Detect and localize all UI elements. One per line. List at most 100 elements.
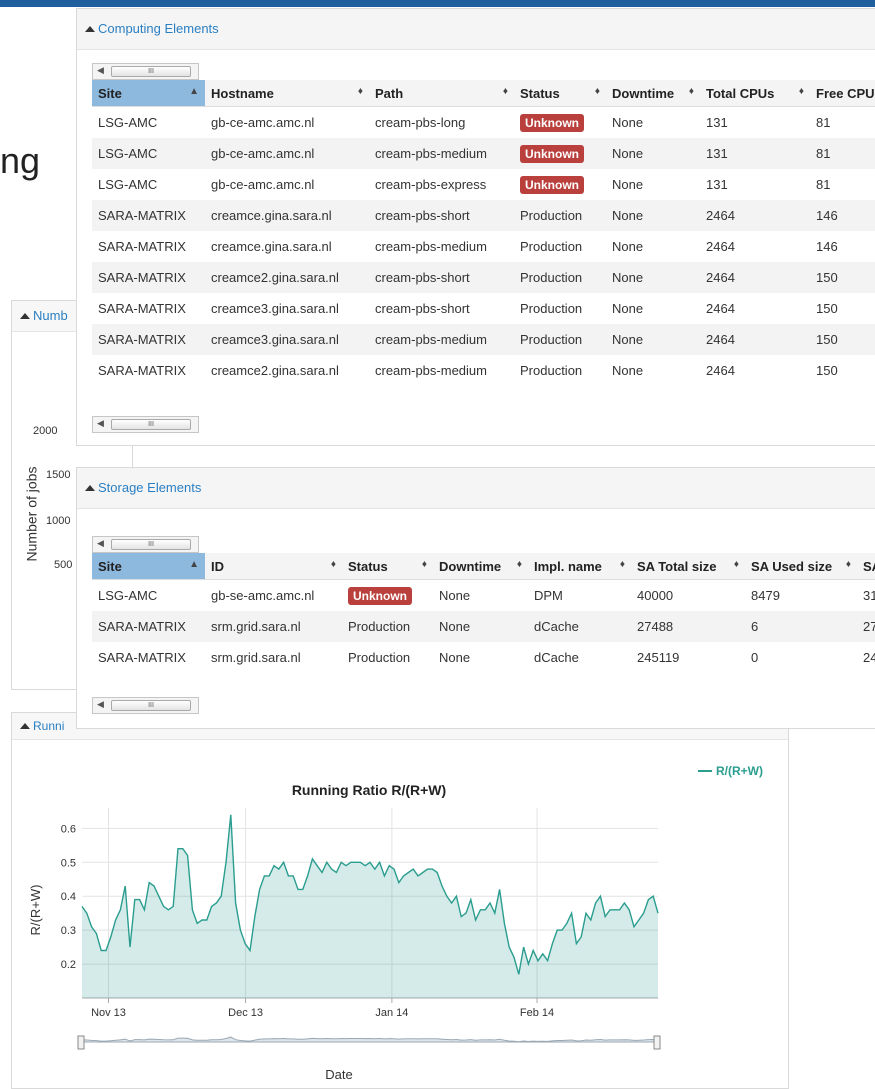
table-row[interactable]: SARA-MATRIX creamce.gina.sara.nl cream-pbs… xyxy=(92,200,875,231)
scrollbar-thumb[interactable]: III xyxy=(111,700,191,711)
table-cell: 81 xyxy=(810,107,875,139)
column-header[interactable]: SA Total size ♦ xyxy=(631,553,745,580)
column-header-label: SA Used size xyxy=(751,558,833,574)
column-header[interactable]: Site ▲ xyxy=(92,553,205,580)
table-cell: SARA-MATRIX xyxy=(92,231,205,262)
column-header[interactable]: Total CPUs ♦ xyxy=(700,80,810,107)
sort-icon[interactable]: ♦ xyxy=(358,86,363,97)
y-tick-label: 0.6 xyxy=(61,823,76,835)
table-row[interactable]: SARA-MATRIX creamce2.gina.sara.nl cream-pb… xyxy=(92,262,875,293)
table-cell: DPM xyxy=(528,580,631,612)
table-row[interactable]: SARA-MATRIX creamce3.gina.sara.nl cream-pb… xyxy=(92,293,875,324)
table-row[interactable]: LSG-AMC gb-ce-amc.amc.nl cream-pbs-medium U… xyxy=(92,138,875,169)
cell-value: cream-pbs-medium xyxy=(375,239,487,254)
sort-icon[interactable]: ♦ xyxy=(799,86,804,97)
table-row[interactable]: LSG-AMC gb-se-amc.amc.nl Unknown None DPM 400… xyxy=(92,580,875,612)
computing-elements-header[interactable]: Computing Elements xyxy=(77,9,875,50)
scrollbar-thumb[interactable]: III xyxy=(111,419,191,430)
table-cell: creamce3.gina.sara.nl xyxy=(205,293,369,324)
table-cell: None xyxy=(606,293,700,324)
cell-value: None xyxy=(439,650,471,665)
sort-icon[interactable]: ♦ xyxy=(620,559,625,570)
range-navigator[interactable] xyxy=(77,1035,661,1050)
navigator-right-handle[interactable] xyxy=(653,1035,661,1050)
legend-item[interactable]: R/(R+W) xyxy=(716,764,763,778)
column-header-label: Site xyxy=(98,85,122,101)
collapse-icon[interactable] xyxy=(20,313,30,319)
jobs-tick: 500 xyxy=(54,559,73,571)
collapse-icon[interactable] xyxy=(85,485,95,491)
scrollbar-thumb[interactable]: III xyxy=(111,539,191,550)
cell-value: Production xyxy=(520,301,583,316)
table-cell: Production xyxy=(514,293,606,324)
column-header[interactable]: Status ♦ xyxy=(514,80,606,107)
table-row[interactable]: LSG-AMC gb-ce-amc.amc.nl cream-pbs-long Unk… xyxy=(92,107,875,139)
column-header[interactable]: Downtime ♦ xyxy=(433,553,528,580)
cell-value: 2464 xyxy=(706,363,735,378)
table-cell: Production xyxy=(514,200,606,231)
table-cell: creamce2.gina.sara.nl xyxy=(205,262,369,293)
sort-icon[interactable]: ♦ xyxy=(422,559,427,570)
column-header-label: Impl. name xyxy=(534,558,602,574)
cell-value: 81 xyxy=(816,177,831,192)
sort-icon[interactable]: ♦ xyxy=(331,559,336,570)
computing-top-scrollbar[interactable]: ◀ III xyxy=(92,63,199,80)
cell-value: SARA-MATRIX xyxy=(98,208,186,223)
table-row[interactable]: SARA-MATRIX creamce.gina.sara.nl cream-pbs… xyxy=(92,231,875,262)
collapse-icon[interactable] xyxy=(85,26,95,32)
cell-value: 146 xyxy=(816,208,838,223)
table-cell: Production xyxy=(514,355,606,386)
table-cell: creamce3.gina.sara.nl xyxy=(205,324,369,355)
column-header[interactable]: SA xyxy=(857,553,875,580)
computing-bottom-scrollbar[interactable]: ◀ III xyxy=(92,416,199,433)
column-header-label: Site xyxy=(98,558,122,574)
column-header[interactable]: SA Used size ♦ xyxy=(745,553,857,580)
storage-top-scrollbar[interactable]: ◀ III xyxy=(92,536,199,553)
table-row[interactable]: SARA-MATRIX srm.grid.sara.nl Production Non… xyxy=(92,611,875,642)
column-header[interactable]: ID ♦ xyxy=(205,553,342,580)
column-header[interactable]: Site ▲ xyxy=(92,80,205,107)
column-header[interactable]: Downtime ♦ xyxy=(606,80,700,107)
table-row[interactable]: SARA-MATRIX creamce2.gina.sara.nl cream-pb… xyxy=(92,355,875,386)
collapse-icon[interactable] xyxy=(20,723,30,729)
column-header[interactable]: Path ♦ xyxy=(369,80,514,107)
sort-icon[interactable]: ♦ xyxy=(595,86,600,97)
table-cell: LSG-AMC xyxy=(92,169,205,200)
y-axis-label: R/(R+W) xyxy=(28,885,43,936)
storage-bottom-scrollbar[interactable]: ◀ III xyxy=(92,697,199,714)
table-cell: gb-ce-amc.amc.nl xyxy=(205,169,369,200)
sort-icon[interactable]: ♦ xyxy=(689,86,694,97)
column-header-label: Downtime xyxy=(612,85,675,101)
table-cell: 150 xyxy=(810,355,875,386)
column-header[interactable]: Impl. name ♦ xyxy=(528,553,631,580)
column-header[interactable]: Status ♦ xyxy=(342,553,433,580)
cell-value: dCache xyxy=(534,619,579,634)
column-header-label: Status xyxy=(348,558,388,574)
cell-value: gb-ce-amc.amc.nl xyxy=(211,146,315,161)
cell-value: cream-pbs-medium xyxy=(375,363,487,378)
storage-elements-header[interactable]: Storage Elements xyxy=(77,468,875,509)
cell-value: 131 xyxy=(706,146,728,161)
column-header[interactable]: Hostname ♦ xyxy=(205,80,369,107)
x-axis-ticks: Nov 13 Dec 13 Jan 14 Feb 14 xyxy=(91,998,554,1019)
cell-value: None xyxy=(612,208,644,223)
cell-value: cream-pbs-express xyxy=(375,177,487,192)
sort-icon[interactable]: ♦ xyxy=(517,559,522,570)
cell-value: 150 xyxy=(816,332,838,347)
sort-ascending-icon[interactable]: ▲ xyxy=(189,86,199,97)
table-row[interactable]: SARA-MATRIX srm.grid.sara.nl Production Non… xyxy=(92,642,875,673)
sort-icon[interactable]: ♦ xyxy=(846,559,851,570)
sort-ascending-icon[interactable]: ▲ xyxy=(189,559,199,570)
table-cell: SARA-MATRIX xyxy=(92,355,205,386)
cell-value: 146 xyxy=(816,239,838,254)
sort-icon[interactable]: ♦ xyxy=(503,86,508,97)
table-row[interactable]: LSG-AMC gb-ce-amc.amc.nl cream-pbs-express… xyxy=(92,169,875,200)
table-row[interactable]: SARA-MATRIX creamce3.gina.sara.nl cream-pb… xyxy=(92,324,875,355)
column-header[interactable]: Free CPUs xyxy=(810,80,875,107)
sort-icon[interactable]: ♦ xyxy=(734,559,739,570)
background-heading-fragment: ng xyxy=(0,140,41,181)
navigator-left-handle[interactable] xyxy=(77,1035,85,1050)
scrollbar-thumb[interactable]: III xyxy=(111,66,191,77)
y-tick-label: 0.5 xyxy=(61,857,76,869)
table-cell: dCache xyxy=(528,611,631,642)
